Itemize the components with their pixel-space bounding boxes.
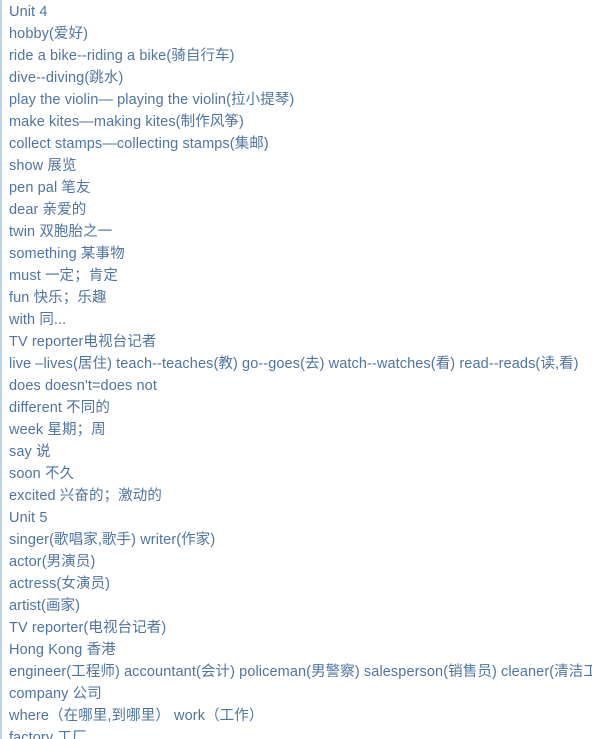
section-heading: Unit 5 bbox=[9, 510, 48, 526]
vocabulary-line: say 说 bbox=[9, 444, 51, 460]
vocabulary-line: play the violin— playing the violin(拉小提琴… bbox=[9, 92, 295, 108]
vocabulary-line: company 公司 bbox=[9, 686, 102, 702]
vocabulary-line: ride a bike--riding a bike(骑自行车) bbox=[9, 48, 235, 64]
vocabulary-line: artist(画家) bbox=[9, 598, 81, 614]
vocabulary-line: excited 兴奋的；激动的 bbox=[9, 488, 162, 504]
vocabulary-line: with 同... bbox=[9, 312, 67, 328]
vocabulary-line: collect stamps—collecting stamps(集邮) bbox=[9, 136, 269, 152]
vocabulary-line: Hong Kong 香港 bbox=[9, 642, 116, 658]
vocabulary-line: show 展览 bbox=[9, 158, 77, 174]
vocabulary-line: different 不同的 bbox=[9, 400, 110, 416]
vocabulary-line: where（在哪里,到哪里） work（工作） bbox=[9, 708, 264, 724]
vocabulary-line: something 某事物 bbox=[9, 246, 125, 262]
vocabulary-line: singer(歌唱家,歌手) writer(作家) bbox=[9, 532, 216, 548]
vocabulary-line: make kites—making kites(制作风筝) bbox=[9, 114, 244, 130]
vocabulary-line: soon 不久 bbox=[9, 466, 75, 482]
vocabulary-line: live –lives(居住) teach--teaches(教) go--go… bbox=[9, 356, 579, 372]
vocabulary-line: week 星期；周 bbox=[9, 422, 106, 438]
vocabulary-line: TV reporter电视台记者 bbox=[9, 334, 157, 350]
vocabulary-line: fun 快乐；乐趣 bbox=[9, 290, 107, 306]
vocabulary-line: TV reporter(电视台记者) bbox=[9, 620, 167, 636]
vocabulary-line: hobby(爱好) bbox=[9, 26, 89, 42]
vocabulary-line: dear 亲爱的 bbox=[9, 202, 87, 218]
vocabulary-line: must 一定；肯定 bbox=[9, 268, 118, 284]
section-heading: Unit 4 bbox=[9, 4, 48, 20]
vocabulary-list: Unit 4 hobby(爱好) ride a bike--riding a bik… bbox=[0, 0, 592, 739]
vocabulary-line: twin 双胞胎之一 bbox=[9, 224, 113, 240]
vocabulary-line: engineer(工程师) accountant(会计) policeman(男… bbox=[9, 664, 592, 680]
vocabulary-line: factory 工厂 bbox=[9, 730, 87, 739]
vocabulary-line: actor(男演员) bbox=[9, 554, 96, 570]
vocabulary-line: actress(女演员) bbox=[9, 576, 111, 592]
vocabulary-line: does doesn't=does not bbox=[9, 378, 157, 394]
vocabulary-line: pen pal 笔友 bbox=[9, 180, 91, 196]
vocabulary-line: dive--diving(跳水) bbox=[9, 70, 124, 86]
